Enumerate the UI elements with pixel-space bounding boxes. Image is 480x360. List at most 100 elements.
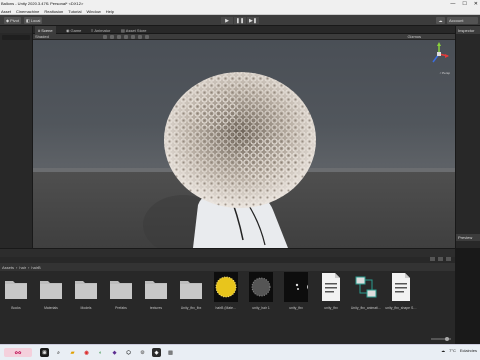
system-tray: ☁ 7°C Eclaircies	[441, 348, 477, 353]
scene-tool-icons	[103, 35, 149, 39]
asset-label: textures	[149, 306, 163, 310]
tab-game-label: Game	[70, 27, 82, 33]
gizmos-dropdown[interactable]: Gizmos	[407, 34, 421, 39]
menu-help[interactable]: Help	[106, 9, 114, 14]
menu-tutorial[interactable]: Tutorial	[68, 9, 81, 14]
pivot-label: Pivot	[10, 18, 19, 23]
asset-tile[interactable]: Unity_fbx_animati…	[350, 272, 382, 314]
lighting-toggle-icon[interactable]	[110, 35, 114, 39]
asset-label: Prefabs	[115, 306, 127, 310]
pivot-toggle[interactable]: ◆ Pivot	[4, 17, 21, 24]
material-icon	[249, 272, 273, 302]
scene-viewport[interactable]: < Persp	[33, 40, 455, 248]
window-titlebar: Ballons - Unity 2020.3.47f1 Personal* <D…	[0, 0, 480, 8]
asset-label: unity_fbx	[324, 306, 338, 310]
effects-toggle-icon[interactable]	[124, 35, 128, 39]
breadcrumb-hair[interactable]: hair	[19, 265, 26, 270]
animation-graph-icon	[355, 276, 377, 298]
asset-tile[interactable]: Materials	[35, 272, 67, 314]
asset-tile[interactable]: Models	[70, 272, 102, 314]
project-tool-icons	[430, 257, 451, 261]
local-label: Local	[30, 18, 41, 23]
project-tab-bar	[0, 249, 455, 257]
folder-icon	[5, 281, 27, 299]
file-explorer-icon[interactable]: ▰	[68, 348, 77, 357]
weather-desc[interactable]: Eclaircies	[460, 348, 477, 353]
hierarchy-panel	[0, 26, 33, 248]
play-button[interactable]: ▶	[221, 17, 233, 24]
animator-icon: ≡	[91, 27, 94, 33]
folder-icon	[75, 281, 97, 299]
asset-tile[interactable]: unity_fbx	[315, 272, 347, 314]
asset-tile[interactable]: textures	[140, 272, 172, 314]
windows-taskbar: ✿✿ ⊞ ⌕ ▰ ◉ ◐ ◆ ⬡ ⚙ ◈ ▧ ☁ 7°C Eclaircies	[0, 344, 480, 360]
breadcrumb-assets[interactable]: Assets	[2, 265, 14, 270]
projection-label[interactable]: < Persp	[440, 71, 450, 75]
2d-toggle-icon[interactable]	[103, 35, 107, 39]
tab-animator[interactable]: ≡ Animator	[88, 26, 113, 34]
unity-editor-icon[interactable]: ◈	[152, 348, 161, 357]
menu-window[interactable]: Window	[86, 9, 100, 14]
hierarchy-search-input[interactable]	[2, 35, 30, 40]
tab-game[interactable]: ◉ Game	[63, 26, 84, 34]
menu-cinemachine[interactable]: Cinemachine	[16, 9, 39, 14]
settings-icon[interactable]: ⚙	[138, 348, 147, 357]
weather-icon[interactable]: ☁	[441, 348, 445, 353]
asset-label: Books	[11, 306, 21, 310]
asset-label: unity_fbx_shape S…	[385, 306, 417, 310]
menu-realtusion[interactable]: Realtusion	[44, 9, 63, 14]
weather-temp[interactable]: 7°C	[449, 348, 456, 353]
asset-tile[interactable]: unity_fbx	[280, 272, 312, 314]
edge-icon[interactable]: ◐	[96, 348, 105, 357]
app-icon-2[interactable]: ▧	[166, 348, 175, 357]
local-toggle[interactable]: ◧ Local	[24, 17, 43, 24]
camera-settings-icon[interactable]	[138, 35, 142, 39]
tab-preview[interactable]: Preview	[456, 234, 480, 241]
account-label: Account	[449, 18, 464, 23]
menu-asset[interactable]: Asset	[1, 9, 11, 14]
icon-size-slider[interactable]	[431, 337, 451, 341]
shading-mode-dropdown[interactable]: Shaded	[35, 34, 49, 39]
window-title: Ballons - Unity 2020.3.47f1 Personal* <D…	[1, 1, 84, 6]
search-icon[interactable]: ⌕	[54, 348, 63, 357]
star-icon[interactable]	[446, 257, 451, 261]
asset-tile[interactable]: unity_hair 1	[245, 272, 277, 314]
widgets-icon[interactable]: ✿✿	[4, 348, 32, 357]
asset-tile[interactable]: Prefabs	[105, 272, 137, 314]
asset-tile[interactable]: hairB (Mate…	[210, 272, 242, 314]
asset-tile[interactable]: Books	[0, 272, 32, 314]
pause-button[interactable]: ❚❚	[234, 17, 246, 24]
asset-label: Materials	[44, 306, 58, 310]
folder-icon	[40, 281, 62, 299]
app-icon[interactable]: ◆	[110, 348, 119, 357]
slider-knob[interactable]	[445, 337, 449, 341]
preview-tab-label: Preview	[458, 235, 473, 240]
unity-hub-icon[interactable]: ⬡	[124, 348, 133, 357]
asset-tile[interactable]: unity_fbx_shape S…	[385, 272, 417, 314]
orientation-gizmo-icon[interactable]	[429, 42, 449, 72]
start-icon[interactable]: ⊞	[40, 348, 49, 357]
folder-icon	[145, 281, 167, 299]
filter-icon[interactable]	[430, 257, 435, 261]
asset-label: hairB (Mate…	[215, 306, 237, 310]
grid-toggle-icon[interactable]	[145, 35, 149, 39]
tab-asset-store[interactable]: ▤ Asset Store	[118, 26, 149, 34]
close-button[interactable]: ✕	[474, 1, 478, 7]
hidden-objects-icon[interactable]	[131, 35, 135, 39]
minimize-button[interactable]: —	[450, 1, 455, 7]
label-icon[interactable]	[438, 257, 443, 261]
breadcrumb-hairb[interactable]: hairB	[31, 265, 40, 270]
tab-scene[interactable]: # Scene	[35, 26, 56, 34]
chrome-icon[interactable]: ◉	[82, 348, 91, 357]
maximize-button[interactable]: ☐	[462, 1, 466, 7]
audio-toggle-icon[interactable]	[117, 35, 121, 39]
character-model	[143, 72, 316, 248]
hierarchy-tab[interactable]	[0, 26, 32, 33]
breadcrumb-separator-icon: ›	[28, 264, 30, 270]
asset-tile[interactable]: Unity_fbx_fbx	[175, 272, 207, 314]
playback-controls: ▶ ❚❚ ▶❚	[221, 17, 259, 24]
account-dropdown[interactable]: Account	[447, 17, 478, 24]
tab-inspector[interactable]: Inspector	[456, 26, 480, 34]
cloud-icon[interactable]: ☁	[436, 17, 445, 24]
step-button[interactable]: ▶❚	[247, 17, 259, 24]
